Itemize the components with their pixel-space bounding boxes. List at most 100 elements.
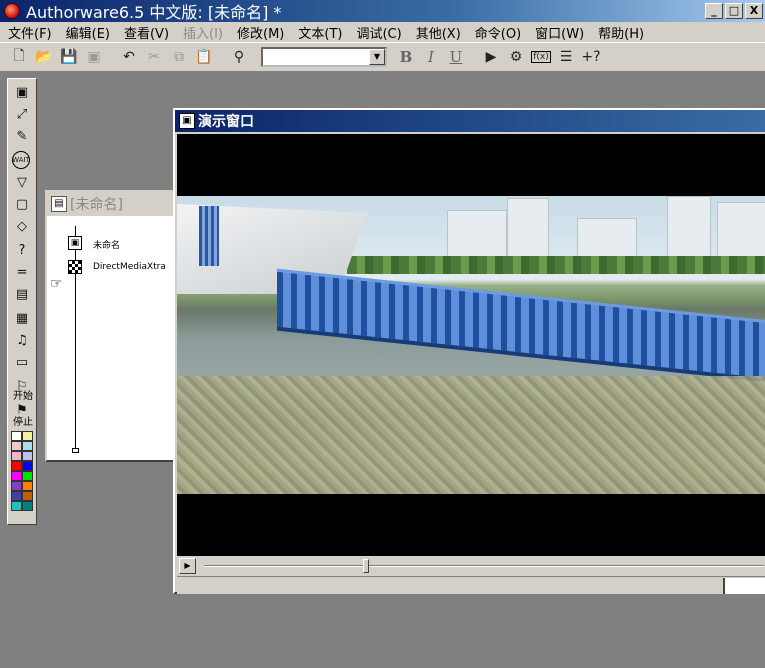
- flowline-title-bar[interactable]: ▤ [未命名]: [47, 192, 173, 216]
- color-swatch[interactable]: [11, 481, 22, 491]
- seek-slider[interactable]: [204, 559, 764, 573]
- display-node-icon[interactable]: ▣: [68, 236, 82, 250]
- sound-icon[interactable]: ♫: [12, 331, 32, 349]
- color-swatch[interactable]: [11, 431, 22, 441]
- menu-bar: 文件(F) 编辑(E) 查看(V) 插入(I) 修改(M) 文本(T) 调试(C…: [0, 22, 765, 42]
- chevron-down-icon[interactable]: ▼: [369, 49, 385, 65]
- stone-ground: [177, 376, 765, 494]
- open-folder-icon[interactable]: 📂: [33, 46, 55, 68]
- close-button[interactable]: X: [745, 3, 763, 19]
- video-display: [177, 134, 765, 556]
- variables-icon[interactable]: ☰: [555, 46, 577, 68]
- stop-flag-label: 停止: [13, 417, 33, 428]
- playback-controls: ▶: [177, 556, 765, 576]
- navigate-icon[interactable]: ▽: [12, 173, 32, 191]
- app-title: Authorware6.5 中文版: [未命名] *: [26, 3, 282, 22]
- decision-icon[interactable]: ◇: [12, 217, 32, 235]
- flow-node-label[interactable]: 未命名: [93, 238, 120, 251]
- building-shape: [667, 196, 711, 258]
- functions-label: f(x): [531, 51, 551, 63]
- flowline-window[interactable]: ▤ [未命名] ▣ 未命名 DirectMediaXtra ☞: [45, 190, 175, 462]
- flowline-end-marker: [72, 448, 79, 453]
- erase-icon[interactable]: ✎: [12, 127, 32, 145]
- blue-pillars: [199, 206, 219, 266]
- color-swatch[interactable]: [11, 441, 22, 451]
- menu-window[interactable]: 窗口(W): [535, 23, 584, 42]
- video-icon[interactable]: ▭: [12, 353, 32, 371]
- text-style-select[interactable]: ▼: [261, 47, 387, 67]
- bold-button[interactable]: B: [395, 46, 417, 68]
- presentation-window-icon: ▣: [179, 113, 195, 129]
- menu-other[interactable]: 其他(X): [416, 23, 461, 42]
- menu-insert[interactable]: 插入(I): [183, 23, 223, 42]
- directmedia-xtra-node-icon[interactable]: [68, 260, 82, 274]
- icon-palette: ▣ ⤢ ✎ WAIT ▽ ▢ ◇ ? = ▤ ▦ ♫ ▭ ⚐ 开始 ⚑ 停止: [7, 78, 37, 525]
- play-button[interactable]: ▶: [179, 558, 196, 574]
- color-swatch[interactable]: [11, 491, 22, 501]
- color-swatch[interactable]: [22, 451, 33, 461]
- wait-icon[interactable]: WAIT: [12, 151, 30, 169]
- menu-help[interactable]: 帮助(H): [598, 23, 644, 42]
- run-icon[interactable]: ▶: [480, 46, 502, 68]
- presentation-title-bar[interactable]: ▣ 演示窗口: [175, 110, 765, 132]
- paste-hand-icon[interactable]: ☞: [50, 276, 63, 292]
- color-swatch[interactable]: [11, 471, 22, 481]
- status-bar: [177, 576, 765, 594]
- flow-node-label[interactable]: DirectMediaXtra: [93, 262, 166, 272]
- paste-icon[interactable]: 📋: [193, 46, 215, 68]
- blue-railing: [277, 268, 765, 386]
- menu-text[interactable]: 文本(T): [298, 23, 342, 42]
- color-swatch[interactable]: [22, 441, 33, 451]
- menu-debug[interactable]: 调试(C): [356, 23, 401, 42]
- icon-color-swatches: [11, 431, 33, 511]
- window-controls: _ □ X: [705, 3, 763, 19]
- undo-icon[interactable]: ↶: [118, 46, 140, 68]
- flowline-window-icon: ▤: [51, 196, 67, 212]
- import-icon[interactable]: ▣: [83, 46, 105, 68]
- color-swatch[interactable]: [11, 451, 22, 461]
- new-file-icon[interactable]: 🗋: [8, 46, 30, 68]
- color-swatch[interactable]: [11, 501, 22, 511]
- menu-file[interactable]: 文件(F): [8, 23, 52, 42]
- find-icon[interactable]: ⚲: [228, 46, 250, 68]
- maximize-button[interactable]: □: [725, 3, 743, 19]
- menu-modify[interactable]: 修改(M): [237, 23, 284, 42]
- color-swatch[interactable]: [11, 461, 22, 471]
- framework-icon[interactable]: ▢: [12, 195, 32, 213]
- underline-button[interactable]: U: [445, 46, 467, 68]
- control-panel-icon[interactable]: ⚙: [505, 46, 527, 68]
- color-swatch[interactable]: [22, 471, 33, 481]
- building-shape: [447, 210, 507, 258]
- menu-edit[interactable]: 编辑(E): [66, 23, 110, 42]
- color-swatch[interactable]: [22, 431, 33, 441]
- video-frame-image: [177, 196, 765, 494]
- tree-line: [347, 256, 765, 274]
- app-title-bar: Authorware6.5 中文版: [未命名] * _ □ X: [0, 0, 765, 22]
- color-swatch[interactable]: [22, 491, 33, 501]
- color-swatch[interactable]: [22, 461, 33, 471]
- calculation-icon[interactable]: =: [12, 263, 32, 281]
- building-shape: [507, 198, 549, 258]
- menu-view[interactable]: 查看(V): [124, 23, 169, 42]
- menu-commands[interactable]: 命令(O): [475, 23, 521, 42]
- color-swatch[interactable]: [22, 501, 33, 511]
- help-pointer-button[interactable]: +?: [580, 46, 602, 68]
- building-shape: [577, 218, 637, 258]
- color-swatch[interactable]: [22, 481, 33, 491]
- display-icon[interactable]: ▣: [12, 83, 32, 101]
- digital-movie-icon[interactable]: ▦: [12, 309, 32, 327]
- functions-button[interactable]: f(x): [530, 46, 552, 68]
- save-all-icon[interactable]: 💾: [58, 46, 80, 68]
- minimize-button[interactable]: _: [705, 3, 723, 19]
- status-field: [723, 578, 765, 594]
- copy-icon[interactable]: ⧉: [168, 46, 190, 68]
- map-icon[interactable]: ▤: [12, 285, 32, 303]
- cut-icon[interactable]: ✂: [143, 46, 165, 68]
- presentation-window[interactable]: ▣ 演示窗口 ▶: [173, 108, 765, 594]
- authorware-logo-icon[interactable]: [4, 3, 20, 19]
- interaction-icon[interactable]: ?: [12, 241, 32, 259]
- seek-thumb[interactable]: [363, 559, 370, 573]
- italic-button[interactable]: I: [420, 46, 442, 68]
- building-shape: [717, 202, 765, 258]
- motion-icon[interactable]: ⤢: [12, 105, 32, 123]
